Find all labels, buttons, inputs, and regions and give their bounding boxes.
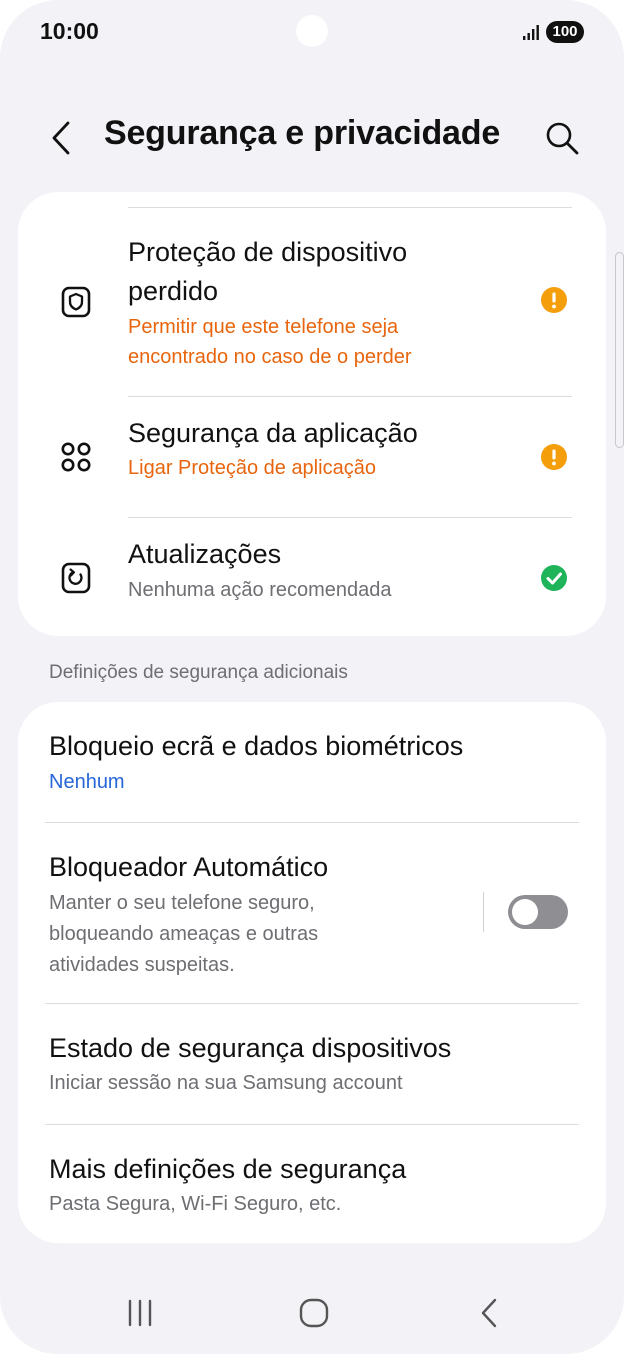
- toggle-separator: [483, 892, 484, 932]
- item-title: Segurança da aplicação: [128, 418, 418, 448]
- item-title-line2: perdido: [128, 276, 219, 306]
- item-title: Bloqueio ecrã e dados biométricos: [49, 731, 464, 761]
- item-subtitle-line2: bloqueando ameaças e outras: [49, 923, 319, 945]
- chevron-left-icon[interactable]: [44, 118, 80, 158]
- shield-icon: [61, 286, 91, 318]
- phone-screen: 10:00 100 Segurança e privacidade Proteç…: [0, 0, 624, 1354]
- back-icon[interactable]: [464, 1288, 514, 1338]
- list-item-more-security-settings[interactable]: Mais definições de segurança Pasta Segur…: [18, 1125, 606, 1243]
- item-subtitle: Pasta Segura, Wi-Fi Seguro, etc.: [49, 1193, 342, 1215]
- additional-settings-card: Bloqueio ecrã e dados biométricos Nenhum…: [18, 702, 606, 1243]
- recents-icon[interactable]: [115, 1288, 165, 1338]
- divider: [128, 207, 572, 208]
- signal-icon: [523, 25, 539, 40]
- page-title: Segurança e privacidade: [104, 114, 501, 152]
- auto-blocker-toggle[interactable]: [508, 895, 568, 929]
- section-header: Definições de segurança adicionais: [49, 662, 348, 683]
- warning-icon: [541, 444, 567, 470]
- security-status-card: Proteção de dispositivo perdido Permitir…: [18, 192, 606, 636]
- item-title: Bloqueador Automático: [49, 852, 329, 882]
- item-title: Mais definições de segurança: [49, 1154, 407, 1184]
- item-title-line1: Proteção de dispositivo: [128, 237, 408, 267]
- navigation-bar: [0, 1272, 624, 1354]
- list-item-lost-device-protection[interactable]: Proteção de dispositivo perdido Permitir…: [18, 222, 606, 396]
- list-item-updates[interactable]: Atualizações Nenhuma ação recomendada: [18, 518, 606, 636]
- item-title: Estado de segurança dispositivos: [49, 1033, 452, 1063]
- status-time: 10:00: [40, 18, 99, 44]
- item-subtitle-line3: atividades suspeitas.: [49, 954, 235, 976]
- item-subtitle-line1: Permitir que este telefone seja: [128, 316, 399, 338]
- list-item-app-security[interactable]: Segurança da aplicação Ligar Proteção de…: [18, 397, 606, 517]
- app-header: Segurança e privacidade: [0, 100, 624, 176]
- warning-icon: [541, 287, 567, 313]
- camera-cutout: [296, 15, 328, 47]
- item-title: Atualizações: [128, 539, 282, 569]
- item-subtitle: Nenhuma ação recomendada: [128, 579, 392, 601]
- apps-grid-icon: [61, 442, 91, 472]
- list-item-auto-blocker[interactable]: Bloqueador Automático Manter o seu telef…: [18, 823, 606, 1003]
- item-subtitle: Ligar Proteção de aplicação: [128, 457, 376, 479]
- item-subtitle: Iniciar sessão na sua Samsung account: [49, 1072, 403, 1094]
- checkmark-icon: [541, 565, 567, 591]
- list-item-screen-lock[interactable]: Bloqueio ecrã e dados biométricos Nenhum: [18, 702, 606, 822]
- item-subtitle: Nenhum: [49, 771, 125, 793]
- status-bar: 10:00 100: [0, 0, 624, 64]
- battery-indicator: 100: [546, 21, 584, 43]
- scrollbar[interactable]: [615, 252, 624, 448]
- list-item-device-security-status[interactable]: Estado de segurança dispositivos Iniciar…: [18, 1004, 606, 1124]
- item-subtitle-line2: encontrado no caso de o perder: [128, 346, 412, 368]
- search-icon[interactable]: [542, 118, 582, 158]
- home-icon[interactable]: [289, 1288, 339, 1338]
- item-subtitle-line1: Manter o seu telefone seguro,: [49, 892, 315, 914]
- toggle-knob: [512, 899, 538, 925]
- update-icon: [61, 562, 91, 594]
